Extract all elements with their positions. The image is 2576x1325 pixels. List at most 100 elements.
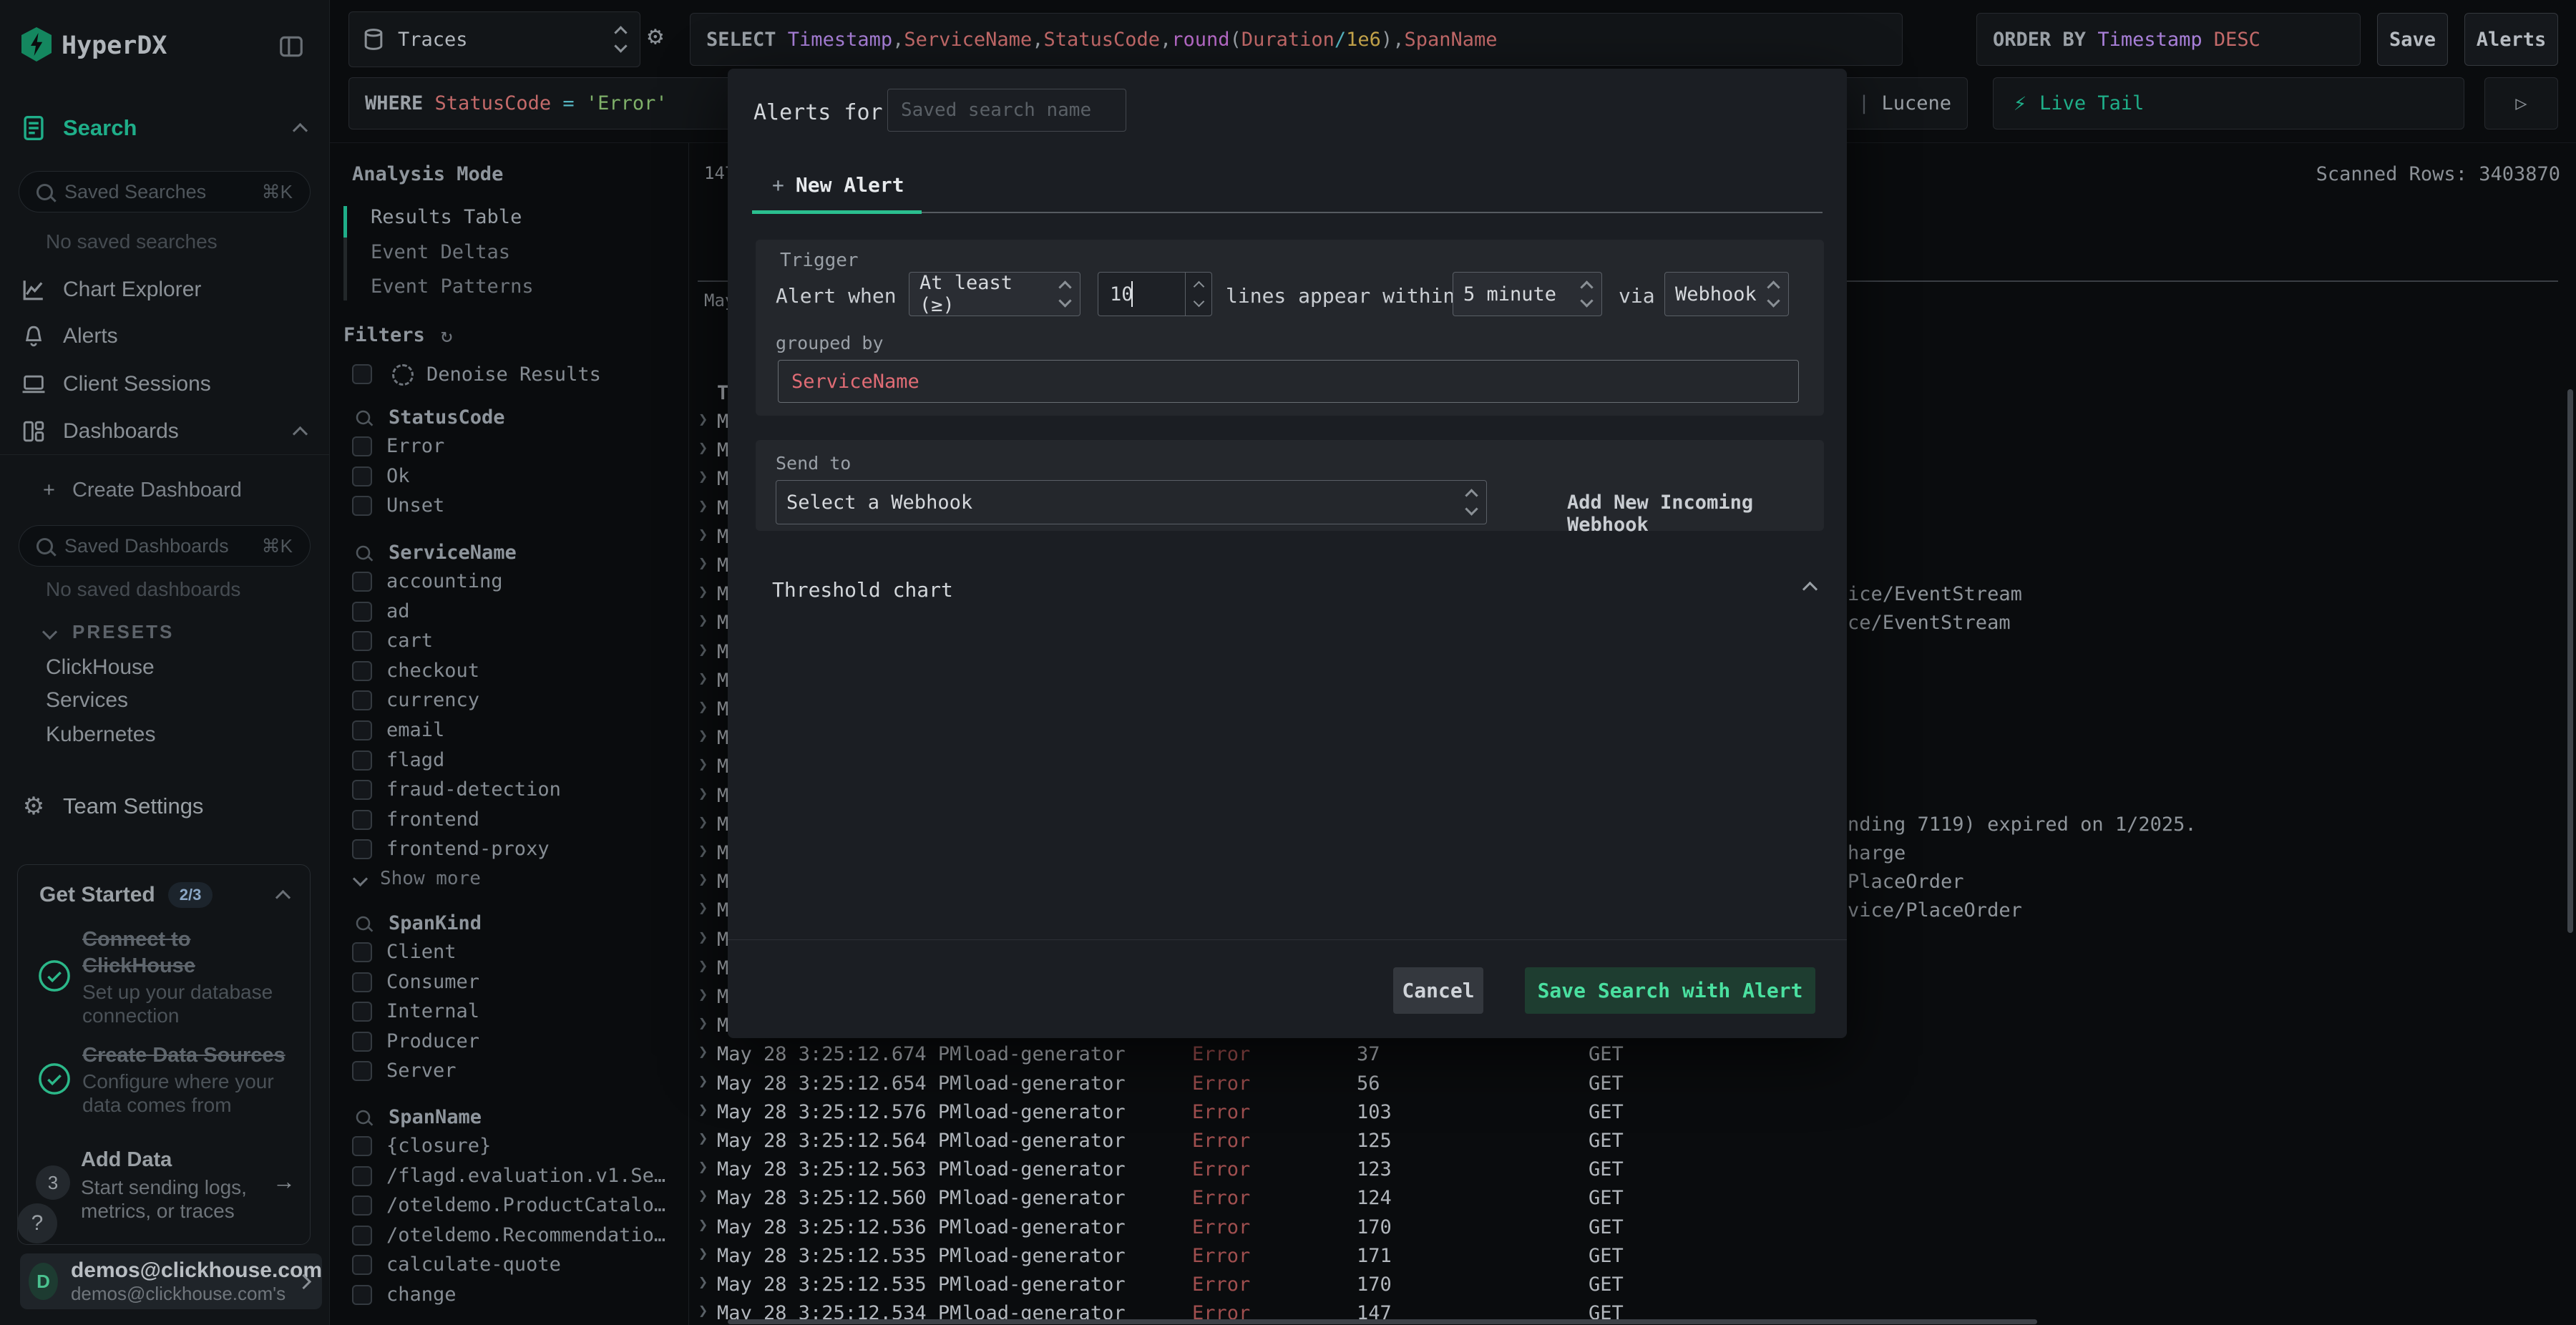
table-row[interactable]: ❯ May 28 3:25:12.576 PM load-generator Erro… [688, 1097, 2576, 1126]
add-webhook-link[interactable]: Add New Incoming Webhook [1567, 492, 1824, 536]
filter-item-accounting[interactable]: accounting [329, 569, 687, 597]
row-expand-chevron-icon[interactable]: ❯ [698, 929, 708, 947]
group-by-input[interactable]: ServiceName [778, 360, 1799, 403]
filter-checkbox[interactable] [352, 750, 372, 771]
row-expand-chevron-icon[interactable]: ❯ [698, 899, 708, 917]
row-expand-chevron-icon[interactable]: ❯ [698, 612, 708, 630]
filter-checkbox[interactable] [352, 1031, 372, 1052]
filter-checkbox[interactable] [352, 942, 372, 962]
row-expand-chevron-icon[interactable]: ❯ [698, 698, 708, 716]
preset-item-clickhouse[interactable]: ClickHouse [46, 655, 155, 680]
filter-item-producer[interactable]: Producer [329, 1029, 687, 1057]
filter-item-change[interactable]: change [329, 1282, 687, 1311]
row-expand-chevron-icon[interactable]: ❯ [698, 785, 708, 803]
help-button[interactable]: ? [17, 1203, 57, 1243]
filter-item-flagd[interactable]: flagd [329, 748, 687, 776]
filter-checkbox[interactable] [352, 720, 372, 740]
filter-item-ad[interactable]: ad [329, 599, 687, 627]
row-expand-chevron-icon[interactable]: ❯ [698, 670, 708, 688]
row-expand-chevron-icon[interactable]: ❯ [698, 1273, 708, 1291]
tab-new-alert[interactable]: + New Alert [772, 173, 904, 197]
tab-event-patterns[interactable]: Event Patterns [371, 275, 534, 298]
row-expand-chevron-icon[interactable]: ❯ [698, 1302, 708, 1320]
filter-item-error[interactable]: Error [329, 434, 687, 462]
filter-item-ok[interactable]: Ok [329, 464, 687, 492]
filter-checkbox[interactable] [352, 496, 372, 517]
tab-results-table[interactable]: Results Table [371, 206, 522, 228]
row-expand-chevron-icon[interactable]: ❯ [698, 554, 708, 572]
filter-item-consumer[interactable]: Consumer [329, 969, 687, 998]
row-expand-chevron-icon[interactable]: ❯ [698, 1072, 708, 1090]
webhook-select[interactable]: Select a Webhook [776, 480, 1487, 524]
table-row[interactable]: ❯ May 28 3:25:12.535 PM load-generator Erro… [688, 1270, 2576, 1299]
filter-checkbox[interactable] [352, 660, 372, 681]
row-expand-chevron-icon[interactable]: ❯ [698, 871, 708, 889]
filter-item-frontend[interactable]: frontend [329, 807, 687, 836]
sidebar-item-team-settings[interactable]: ⚙ Team Settings [0, 789, 329, 823]
filter-checkbox[interactable] [352, 572, 372, 592]
save-search-with-alert-button[interactable]: Save Search with Alert [1525, 967, 1815, 1014]
number-spinner[interactable] [1185, 273, 1211, 316]
channel-select[interactable]: Webhook [1664, 272, 1789, 316]
filter-checkbox[interactable] [352, 1255, 372, 1276]
saved-searches-input[interactable]: Saved Searches ⌘K [19, 171, 311, 212]
filter-checkbox[interactable] [352, 631, 372, 652]
row-expand-chevron-icon[interactable]: ❯ [698, 727, 708, 745]
table-row[interactable]: ❯ May 28 3:25:12.563 PM load-generator Erro… [688, 1155, 2576, 1183]
table-row[interactable]: ❯ May 28 3:25:12.564 PM load-generator Erro… [688, 1126, 2576, 1155]
sidebar-item-search[interactable]: Search [0, 111, 329, 145]
row-expand-chevron-icon[interactable]: ❯ [698, 497, 708, 515]
filter-item--flagd-evaluation-v1-se-[interactable]: /flagd.evaluation.v1.Se… [329, 1163, 687, 1192]
row-expand-chevron-icon[interactable]: ❯ [698, 411, 708, 429]
table-row[interactable]: ❯ May 28 3:25:12.536 PM load-generator Erro… [688, 1213, 2576, 1241]
source-select[interactable]: Traces [348, 11, 640, 67]
save-button[interactable]: Save [2377, 13, 2448, 66]
collapse-chevron-icon[interactable] [275, 889, 291, 906]
table-row[interactable]: ❯ May 28 3:25:12.560 PM load-generator Erro… [688, 1183, 2576, 1212]
saved-search-name-input[interactable]: Saved search name [887, 89, 1126, 132]
row-expand-chevron-icon[interactable]: ❯ [698, 986, 708, 1004]
horizontal-scrollbar[interactable] [728, 1319, 2037, 1324]
row-expand-chevron-icon[interactable]: ❯ [698, 1245, 708, 1263]
filter-item-currency[interactable]: currency [329, 688, 687, 716]
filter-item-calculate-quote[interactable]: calculate-quote [329, 1252, 687, 1281]
threshold-value-input[interactable]: 10 [1098, 272, 1212, 316]
sidebar-item-client-sessions[interactable]: Client Sessions [0, 367, 329, 401]
preset-item-services[interactable]: Services [46, 688, 128, 713]
filter-checkbox[interactable] [352, 1136, 372, 1156]
alerts-button[interactable]: Alerts [2464, 13, 2558, 66]
user-menu[interactable]: D demos@clickhouse.com demos@clickhouse.… [20, 1253, 322, 1309]
condition-select[interactable]: At least (≥) [909, 272, 1080, 316]
gear-icon[interactable]: ⚙ [648, 21, 663, 51]
table-row[interactable]: ❯ May 28 3:25:12.674 PM load-generator Erro… [688, 1040, 2576, 1068]
filter-checkbox[interactable] [352, 972, 372, 992]
row-expand-chevron-icon[interactable]: ❯ [698, 957, 708, 975]
row-expand-chevron-icon[interactable]: ❯ [698, 813, 708, 831]
row-expand-chevron-icon[interactable]: ❯ [698, 439, 708, 457]
filter-item-unset[interactable]: Unset [329, 493, 687, 522]
row-expand-chevron-icon[interactable]: ❯ [698, 756, 708, 773]
filter-checkbox[interactable] [352, 809, 372, 830]
row-expand-chevron-icon[interactable]: ❯ [698, 842, 708, 860]
row-expand-chevron-icon[interactable]: ❯ [698, 1043, 708, 1061]
filter-item-frontend-proxy[interactable]: frontend-proxy [329, 836, 687, 865]
row-expand-chevron-icon[interactable]: ❯ [698, 468, 708, 486]
denoise-checkbox[interactable] [352, 364, 372, 384]
sidebar-item-alerts[interactable]: Alerts [0, 319, 329, 353]
filter-checkbox[interactable] [352, 1196, 372, 1216]
filter-checkbox[interactable] [352, 601, 372, 622]
collapse-chevron-icon[interactable] [1802, 581, 1818, 597]
filter-item--closure-[interactable]: {closure} [329, 1133, 687, 1162]
saved-dashboards-input[interactable]: Saved Dashboards ⌘K [19, 525, 311, 567]
select-query-input[interactable]: SELECT Timestamp,ServiceName,StatusCode,… [690, 13, 1903, 66]
row-expand-chevron-icon[interactable]: ❯ [698, 1101, 708, 1119]
preset-item-kubernetes[interactable]: Kubernetes [46, 723, 155, 747]
filter-checkbox[interactable] [352, 780, 372, 801]
row-expand-chevron-icon[interactable]: ❯ [698, 526, 708, 544]
filter-item-internal[interactable]: Internal [329, 999, 687, 1027]
table-row[interactable]: ❯ May 28 3:25:12.654 PM load-generator Erro… [688, 1069, 2576, 1097]
cancel-button[interactable]: Cancel [1393, 967, 1483, 1014]
window-select[interactable]: 5 minute [1453, 272, 1602, 316]
row-expand-chevron-icon[interactable]: ❯ [698, 583, 708, 601]
tab-event-deltas[interactable]: Event Deltas [371, 241, 510, 263]
